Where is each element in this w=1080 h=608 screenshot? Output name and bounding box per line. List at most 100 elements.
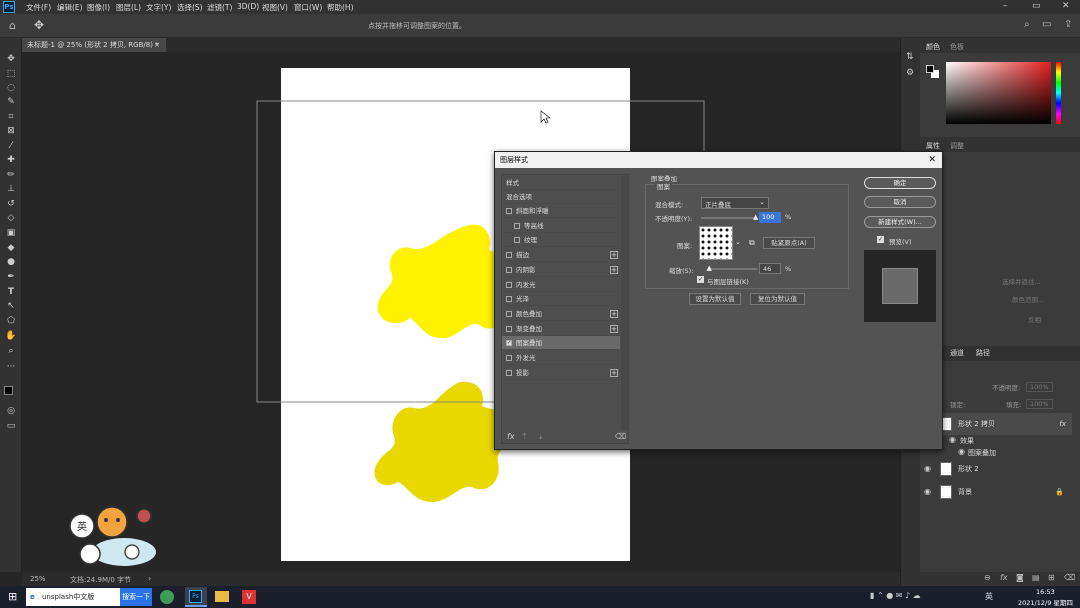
effect-item[interactable]: 等高线 <box>502 219 620 233</box>
menu-type[interactable]: 文字(Y) <box>146 2 171 13</box>
new-style-button[interactable]: 新建样式(W)... <box>864 216 936 228</box>
layer-shape-2[interactable]: 形状 2 <box>937 458 1072 480</box>
menu-3d[interactable]: 3D(D) <box>237 2 259 11</box>
add-effect-plus-icon[interactable]: + <box>610 309 618 318</box>
add-effect-plus-icon[interactable]: + <box>610 265 618 274</box>
blend-mode-select[interactable]: 正片叠底 ⌄ <box>701 197 769 209</box>
effect-item[interactable]: ✓ 图案叠加 <box>502 336 620 351</box>
search-icon[interactable]: ⌕ <box>1024 19 1030 30</box>
quick-select-icon[interactable]: ✎ <box>3 96 19 109</box>
effect-checkbox[interactable] <box>506 281 512 288</box>
document-tab[interactable]: 未标题-1 @ 25% (形状 2 拷贝, RGB/8) * × <box>22 38 166 52</box>
share-icon[interactable]: ⇪ <box>1064 19 1072 30</box>
frame-icon[interactable]: ⊠ <box>3 125 19 138</box>
gradient-icon[interactable]: ▣ <box>3 227 19 240</box>
marquee-icon[interactable]: ⬚ <box>3 68 19 81</box>
type-icon[interactable]: T <box>3 286 19 299</box>
path-select-icon[interactable]: ↖ <box>3 300 19 313</box>
effect-checkbox[interactable] <box>514 222 520 229</box>
menu-file[interactable]: 文件(F) <box>26 2 51 13</box>
effect-item[interactable]: 纹理 <box>502 233 620 248</box>
move-down-icon[interactable]: ⇣ <box>537 432 544 441</box>
status-arrow-icon[interactable]: › <box>148 574 151 583</box>
menu-image[interactable]: 图像(I) <box>87 2 110 13</box>
pattern-dropdown-icon[interactable]: ⌄ <box>735 238 741 246</box>
fx-badge[interactable]: fx <box>1059 413 1066 435</box>
fg-color[interactable] <box>926 65 934 73</box>
link-with-layer-checkbox[interactable]: ✓ <box>697 276 704 283</box>
styles-header[interactable]: 样式 <box>502 176 620 190</box>
workspace-icon[interactable]: ▭ <box>1042 19 1051 30</box>
layer-shape-2-copy[interactable]: 形状 2 拷贝 fx <box>937 413 1072 435</box>
cancel-button[interactable]: 取消 <box>864 196 936 208</box>
zoom-icon[interactable]: ⌕ <box>3 345 19 358</box>
effect-checkbox[interactable] <box>506 310 512 317</box>
eye-icon[interactable]: ◉ <box>924 464 931 473</box>
folder-icon[interactable] <box>215 591 229 602</box>
effect-item[interactable]: 内发光 <box>502 278 620 292</box>
menu-select[interactable]: 选择(S) <box>177 2 203 13</box>
menu-edit[interactable]: 编辑(E) <box>57 2 83 13</box>
healing-icon[interactable]: ✚ <box>3 154 19 167</box>
add-fx-icon[interactable]: fx <box>1000 573 1008 582</box>
reset-default-button[interactable]: 复位为默认值 <box>750 293 805 305</box>
scale-slider-track[interactable] <box>709 268 757 270</box>
brush-icon[interactable]: ✏ <box>3 169 19 182</box>
tab-channels[interactable]: 通道 <box>950 348 964 358</box>
move-up-icon[interactable]: ⇡ <box>521 432 528 441</box>
adjust-icon[interactable]: ⚙ <box>906 68 914 78</box>
blend-options-item[interactable]: 混合选项 <box>502 190 620 204</box>
clock-time[interactable]: 16:53 <box>1036 588 1055 596</box>
effect-checkbox[interactable] <box>506 266 512 273</box>
dialog-title-bar[interactable]: 图层样式 ✕ <box>495 152 942 168</box>
menu-filter[interactable]: 滤镜(T) <box>207 2 232 13</box>
add-effect-icon[interactable]: fx <box>507 432 515 441</box>
eraser-icon[interactable]: ◇ <box>3 212 19 225</box>
scale-input[interactable]: 46 <box>759 263 781 274</box>
effect-checkbox[interactable] <box>506 252 512 259</box>
effect-checkbox[interactable] <box>506 325 512 332</box>
effect-checkbox[interactable] <box>506 369 512 376</box>
effect-item[interactable]: 内阴影 + <box>502 263 620 277</box>
opacity-slider-thumb[interactable]: ▲ <box>753 213 758 221</box>
screen-mode-icon[interactable]: ▭ <box>3 420 19 433</box>
effect-item[interactable]: 斜面和浮雕 <box>502 204 620 218</box>
trash-icon[interactable]: ⌫ <box>1064 573 1075 582</box>
app-v-icon[interactable]: V <box>242 590 256 604</box>
more-tools-icon[interactable]: ··· <box>3 361 19 374</box>
maximize-icon[interactable]: ▭ <box>1032 1 1041 11</box>
minimize-icon[interactable]: – <box>1003 1 1008 11</box>
eye-icon[interactable]: ◉ <box>924 487 931 496</box>
ime-lang[interactable]: 英 <box>985 591 993 602</box>
styles-scrollbar[interactable] <box>621 176 628 431</box>
taskbar-search-input[interactable]: e unsplash中文版 <box>26 588 120 606</box>
effect-item[interactable]: 描边 + <box>502 248 620 263</box>
eye-icon[interactable]: ◉ <box>949 435 956 444</box>
opacity-slider-track[interactable] <box>701 217 757 219</box>
crop-icon[interactable]: ⌗ <box>3 111 19 124</box>
tray-icons[interactable]: ▮ ⌃ ● ✉ ♪ ☁ <box>870 591 921 600</box>
effect-item[interactable]: 渐变叠加 + <box>502 322 620 336</box>
taskbar-photoshop[interactable]: Ps <box>185 587 207 607</box>
set-default-button[interactable]: 设置为默认值 <box>689 293 741 305</box>
menu-window[interactable]: 窗口(W) <box>294 2 322 13</box>
tab-swatches[interactable]: 色板 <box>950 42 964 52</box>
tab-color[interactable]: 颜色 <box>926 42 940 52</box>
history-brush-icon[interactable]: ↺ <box>3 198 19 211</box>
snap-origin-button[interactable]: 贴紧原点(A) <box>763 237 815 249</box>
effect-item[interactable]: 外发光 <box>502 351 620 365</box>
zoom-level[interactable]: 25% <box>30 575 46 583</box>
layer-opacity-value[interactable]: 100% <box>1026 382 1053 392</box>
pen-icon[interactable]: ✒ <box>3 271 19 284</box>
blur-icon[interactable]: ◆ <box>3 242 19 255</box>
effect-item[interactable]: 颜色叠加 + <box>502 307 620 321</box>
effect-checkbox[interactable] <box>514 237 520 244</box>
foreground-color-swatch[interactable] <box>4 386 13 395</box>
pattern-swatch[interactable] <box>699 226 733 260</box>
windows-start-icon[interactable]: ⊞ <box>8 590 17 603</box>
color-picker-field[interactable] <box>946 62 1051 124</box>
effect-checkbox[interactable]: ✓ <box>506 340 512 347</box>
tab-paths[interactable]: 路径 <box>976 348 990 358</box>
delete-effect-icon[interactable]: ⌫ <box>615 432 626 441</box>
move-tool-icon[interactable]: ✥ <box>34 18 44 32</box>
